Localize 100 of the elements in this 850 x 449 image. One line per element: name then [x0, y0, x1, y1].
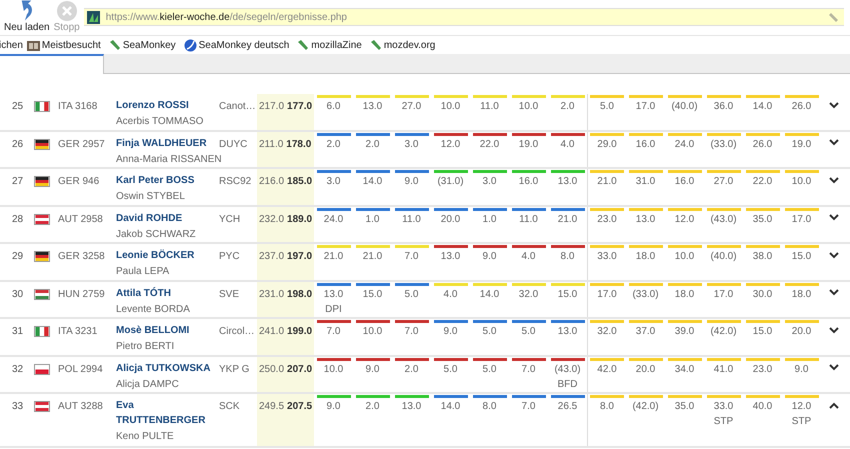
net-points: 185.0 — [287, 175, 312, 189]
race-score: 41.0 — [714, 362, 734, 376]
helm-name[interactable]: Eva TRUTTENBERGER — [116, 398, 219, 428]
helm-name[interactable]: Mosè BELLOMI — [116, 323, 190, 338]
club-text: Circol… — [219, 325, 256, 339]
chevron-down-icon — [829, 214, 839, 221]
race-score: 38.0 — [752, 250, 772, 264]
race-score: 10.0 — [440, 100, 460, 114]
folder-icon — [26, 40, 40, 50]
club-text: YCH — [219, 212, 242, 226]
net-points: 198.0 — [287, 288, 312, 302]
crew-name: Keno PULTE — [116, 430, 174, 444]
helm-name[interactable]: Alicja TUTKOWSKA — [116, 360, 210, 376]
race-score: 9.0 — [326, 400, 340, 414]
crew-name: Levente BORDA — [116, 302, 190, 316]
race-score: 8.0 — [560, 250, 574, 264]
race-score: 15.0 — [362, 288, 382, 302]
browser-tab[interactable] — [0, 54, 104, 74]
race-score: 17.0 — [714, 288, 734, 302]
url-text: https://www.kieler-woche.de/de/segeln/ergebnisse.php — [106, 10, 347, 24]
penalty-code: DPI — [325, 302, 342, 316]
leaf-icon — [108, 39, 121, 51]
rank-text: 31 — [11, 325, 24, 339]
rank-text: 27 — [11, 175, 24, 189]
race-score: (42.0) — [632, 400, 659, 414]
race-score: 13.0 — [362, 100, 382, 114]
race-score: 33.0 — [597, 250, 617, 264]
site-icon — [86, 10, 100, 24]
race-score: 17.0 — [792, 212, 812, 226]
sail-number: AUT 3288 — [58, 400, 104, 414]
race-score: 7.0 — [404, 325, 418, 339]
bookmark-link[interactable]: Meistbesucht — [26, 38, 101, 52]
chevron-up-icon — [829, 402, 839, 408]
bookmark-link[interactable]: ichen — [0, 38, 23, 52]
race-score: 26.5 — [558, 400, 578, 414]
toolbar-button[interactable]: Neu laden — [2, 0, 52, 34]
race-score: 34.0 — [674, 362, 694, 376]
net-points: 197.0 — [287, 250, 312, 264]
club-text: SCK — [219, 400, 241, 414]
total-points: 250.0 — [259, 362, 284, 376]
race-score: 1.0 — [366, 212, 380, 226]
race-score: 21.0 — [597, 175, 617, 189]
chevron-down-icon — [829, 139, 839, 146]
bookmark-link[interactable]: mozdev.org — [370, 38, 436, 52]
bookmark-link[interactable]: mozillaZine — [297, 38, 362, 52]
sail-number: HUN 2759 — [58, 288, 106, 302]
net-points: 177.0 — [287, 100, 312, 114]
sail-number: POL 2994 — [58, 362, 104, 376]
chevron-down-icon — [829, 364, 839, 371]
race-score: 12.0 — [792, 400, 812, 414]
bookmark-link[interactable]: SeaMonkey — [108, 38, 176, 52]
crew-name: Alicja DAMPC — [116, 378, 179, 392]
race-score: 31.0 — [636, 175, 656, 189]
chevron-down-icon — [829, 326, 839, 334]
race-score: 4.0 — [560, 138, 574, 152]
total-points: 231.0 — [259, 288, 284, 302]
total-points: 241.0 — [259, 325, 284, 339]
penalty-code: STP — [714, 415, 734, 429]
bookmark-link[interactable]: SeaMonkey deutsch — [184, 38, 290, 52]
helm-name[interactable]: Attila TÓTH — [116, 286, 171, 300]
race-score: 16.0 — [518, 175, 538, 189]
race-score: 9.0 — [794, 362, 808, 376]
crew-name: Paula LEPA — [116, 265, 170, 279]
race-score: 35.0 — [674, 400, 694, 414]
total-points: 211.0 — [259, 138, 284, 152]
rank-text: 25 — [11, 100, 24, 114]
race-score: 27.0 — [402, 100, 422, 114]
chevron-down-icon — [829, 252, 839, 258]
chevron-down-icon — [829, 102, 839, 108]
helm-name[interactable]: Finja WALDHEUER — [116, 136, 207, 150]
rank-text: 32 — [11, 362, 24, 376]
race-score: 13.0 — [558, 325, 578, 339]
race-score: (33.0) — [710, 138, 737, 152]
race-score: 37.0 — [636, 325, 656, 339]
race-score: 20.0 — [636, 362, 656, 376]
helm-name[interactable]: Lorenzo ROSSI — [116, 98, 189, 113]
race-score: 39.0 — [674, 325, 694, 339]
race-score: 12.0 — [440, 138, 460, 152]
penalty-code: BFD — [558, 378, 578, 392]
race-score: 5.0 — [404, 288, 418, 302]
race-score: 2.0 — [560, 100, 574, 114]
race-score: (33.0) — [632, 288, 659, 302]
race-score: 14.0 — [480, 288, 500, 302]
race-score: 22.0 — [752, 175, 772, 189]
rank-text: 29 — [11, 250, 24, 264]
total-points: 216.0 — [259, 175, 284, 189]
rank-text: 30 — [11, 288, 24, 302]
helm-name[interactable]: Karl Peter BOSS — [116, 173, 194, 188]
race-score: 19.0 — [518, 138, 538, 152]
net-points: 207.0 — [287, 362, 312, 376]
race-score: 15.0 — [558, 288, 578, 302]
race-score: 26.0 — [792, 100, 812, 114]
sail-number: ITA 3231 — [58, 325, 98, 339]
race-score: 10.0 — [324, 362, 344, 376]
rank-text: 28 — [11, 212, 24, 226]
url-field[interactable]: https://www.kieler-woche.de/de/segeln/ergebnisse.php — [84, 8, 844, 26]
helm-name[interactable]: David ROHDE — [116, 210, 182, 226]
helm-name[interactable]: Leonie BÖCKER — [116, 248, 194, 263]
sail-number: AUT 2958 — [58, 212, 104, 226]
rank-text: 26 — [11, 138, 24, 152]
